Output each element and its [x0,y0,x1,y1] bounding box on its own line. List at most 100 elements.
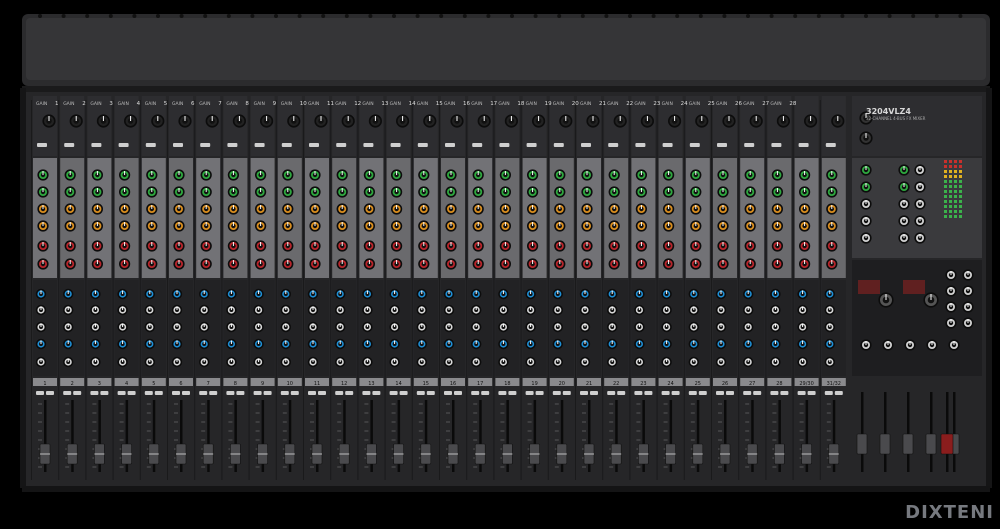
low-freq-knob[interactable] [799,258,811,270]
mid-eq-knob[interactable] [635,203,648,215]
mid-freq-knob[interactable] [608,220,620,232]
hi-eq-knob[interactable] [37,169,49,181]
mid-freq-knob[interactable] [744,220,756,232]
pan-knob[interactable] [552,356,563,368]
aux-1-knob[interactable] [824,288,835,300]
low-eq-knob[interactable] [663,240,675,252]
aux-2-knob[interactable] [35,304,47,316]
low-freq-knob[interactable] [635,258,648,270]
low-eq-knob[interactable] [527,240,539,252]
mute-button[interactable] [797,391,806,395]
hi-eq-knob[interactable] [445,169,457,181]
pan-knob[interactable] [389,356,400,368]
aux-4-knob[interactable] [253,338,264,350]
aux-4-knob[interactable] [226,338,237,350]
hi-eq-knob[interactable] [554,169,566,181]
low-freq-knob[interactable] [608,258,620,270]
mid-eq-knob[interactable] [608,203,620,215]
solo-button[interactable] [753,391,762,395]
hi-mid-eq-knob[interactable] [309,186,321,198]
fx-send-knob[interactable] [914,215,926,227]
gain-knob[interactable] [205,114,219,128]
solo-button[interactable] [698,391,707,395]
mid-eq-knob[interactable] [799,203,811,215]
gain-knob[interactable] [423,114,437,128]
subgroup-fader[interactable] [902,433,914,455]
mute-button[interactable] [498,391,507,395]
hi-eq-knob[interactable] [608,169,620,181]
aux-2-knob[interactable] [634,304,645,316]
aux-2-knob[interactable] [226,304,237,316]
gain-knob[interactable] [151,114,165,128]
fx2-program-knob[interactable] [923,292,939,308]
hi-mid-eq-knob[interactable] [391,186,403,198]
hi-eq-knob[interactable] [119,169,131,181]
low-eq-knob[interactable] [690,240,702,252]
aux-3-knob[interactable] [144,321,155,333]
mid-freq-knob[interactable] [336,220,348,232]
pan-knob[interactable] [634,356,645,368]
aux-4-knob[interactable] [280,338,291,350]
lo-cut-button[interactable] [608,143,619,147]
hi-eq-knob[interactable] [663,169,675,181]
gain-knob[interactable] [804,114,818,128]
hi-eq-knob[interactable] [581,169,593,181]
low-freq-knob[interactable] [771,258,784,270]
hi-eq-knob[interactable] [173,169,185,181]
aux-4-knob[interactable] [471,338,482,350]
mid-eq-knob[interactable] [227,203,239,215]
subgroup-knob[interactable] [904,339,916,351]
subgroup-fader[interactable] [925,433,937,455]
aux-1-knob[interactable] [226,288,237,300]
mid-freq-knob[interactable] [472,220,484,232]
mute-button[interactable] [634,391,643,395]
gain-knob[interactable] [504,114,518,128]
mid-eq-knob[interactable] [581,203,593,215]
mid-freq-knob[interactable] [255,220,267,232]
low-freq-knob[interactable] [717,258,729,270]
low-eq-knob[interactable] [336,240,348,252]
lo-cut-button[interactable] [363,143,374,147]
aux-4-knob[interactable] [35,338,47,350]
hi-mid-eq-knob[interactable] [255,186,267,198]
low-freq-knob[interactable] [200,258,212,270]
aux-1-knob[interactable] [471,288,482,300]
aux-1-knob[interactable] [498,288,509,300]
mid-freq-knob[interactable] [771,220,784,232]
mid-freq-knob[interactable] [309,220,321,232]
lo-cut-button[interactable] [553,143,564,147]
aux-4-knob[interactable] [824,338,835,350]
aux-4-knob[interactable] [362,338,373,350]
gain-knob[interactable] [69,114,83,128]
aux-2-knob[interactable] [362,304,373,316]
fx-send-knob[interactable] [914,232,926,244]
gain-knob[interactable] [42,114,56,128]
low-freq-knob[interactable] [527,258,539,270]
aux-3-knob[interactable] [743,321,754,333]
low-eq-knob[interactable] [744,240,756,252]
solo-button[interactable] [399,391,408,395]
aux-2-knob[interactable] [688,304,699,316]
hi-mid-eq-knob[interactable] [744,186,756,198]
master-knob[interactable] [945,317,957,329]
solo-button[interactable] [318,391,326,395]
aux-1-knob[interactable] [416,288,427,300]
mute-button[interactable] [253,391,262,395]
mute-button[interactable] [117,391,126,395]
mid-freq-knob[interactable] [690,220,702,232]
pan-knob[interactable] [607,356,618,368]
pan-knob[interactable] [117,356,128,368]
low-freq-knob[interactable] [309,258,321,270]
mid-eq-knob[interactable] [119,203,131,215]
aux-3-knob[interactable] [62,321,74,333]
low-freq-knob[interactable] [363,258,375,270]
pan-knob[interactable] [199,356,210,368]
low-freq-knob[interactable] [64,258,76,270]
hi-mid-eq-knob[interactable] [37,186,49,198]
aux-4-knob[interactable] [171,338,183,350]
fx1-program-knob[interactable] [878,292,894,308]
solo-button[interactable] [807,391,816,395]
aux-1-knob[interactable] [280,288,291,300]
mid-freq-knob[interactable] [363,220,375,232]
master-knob[interactable] [945,285,957,297]
